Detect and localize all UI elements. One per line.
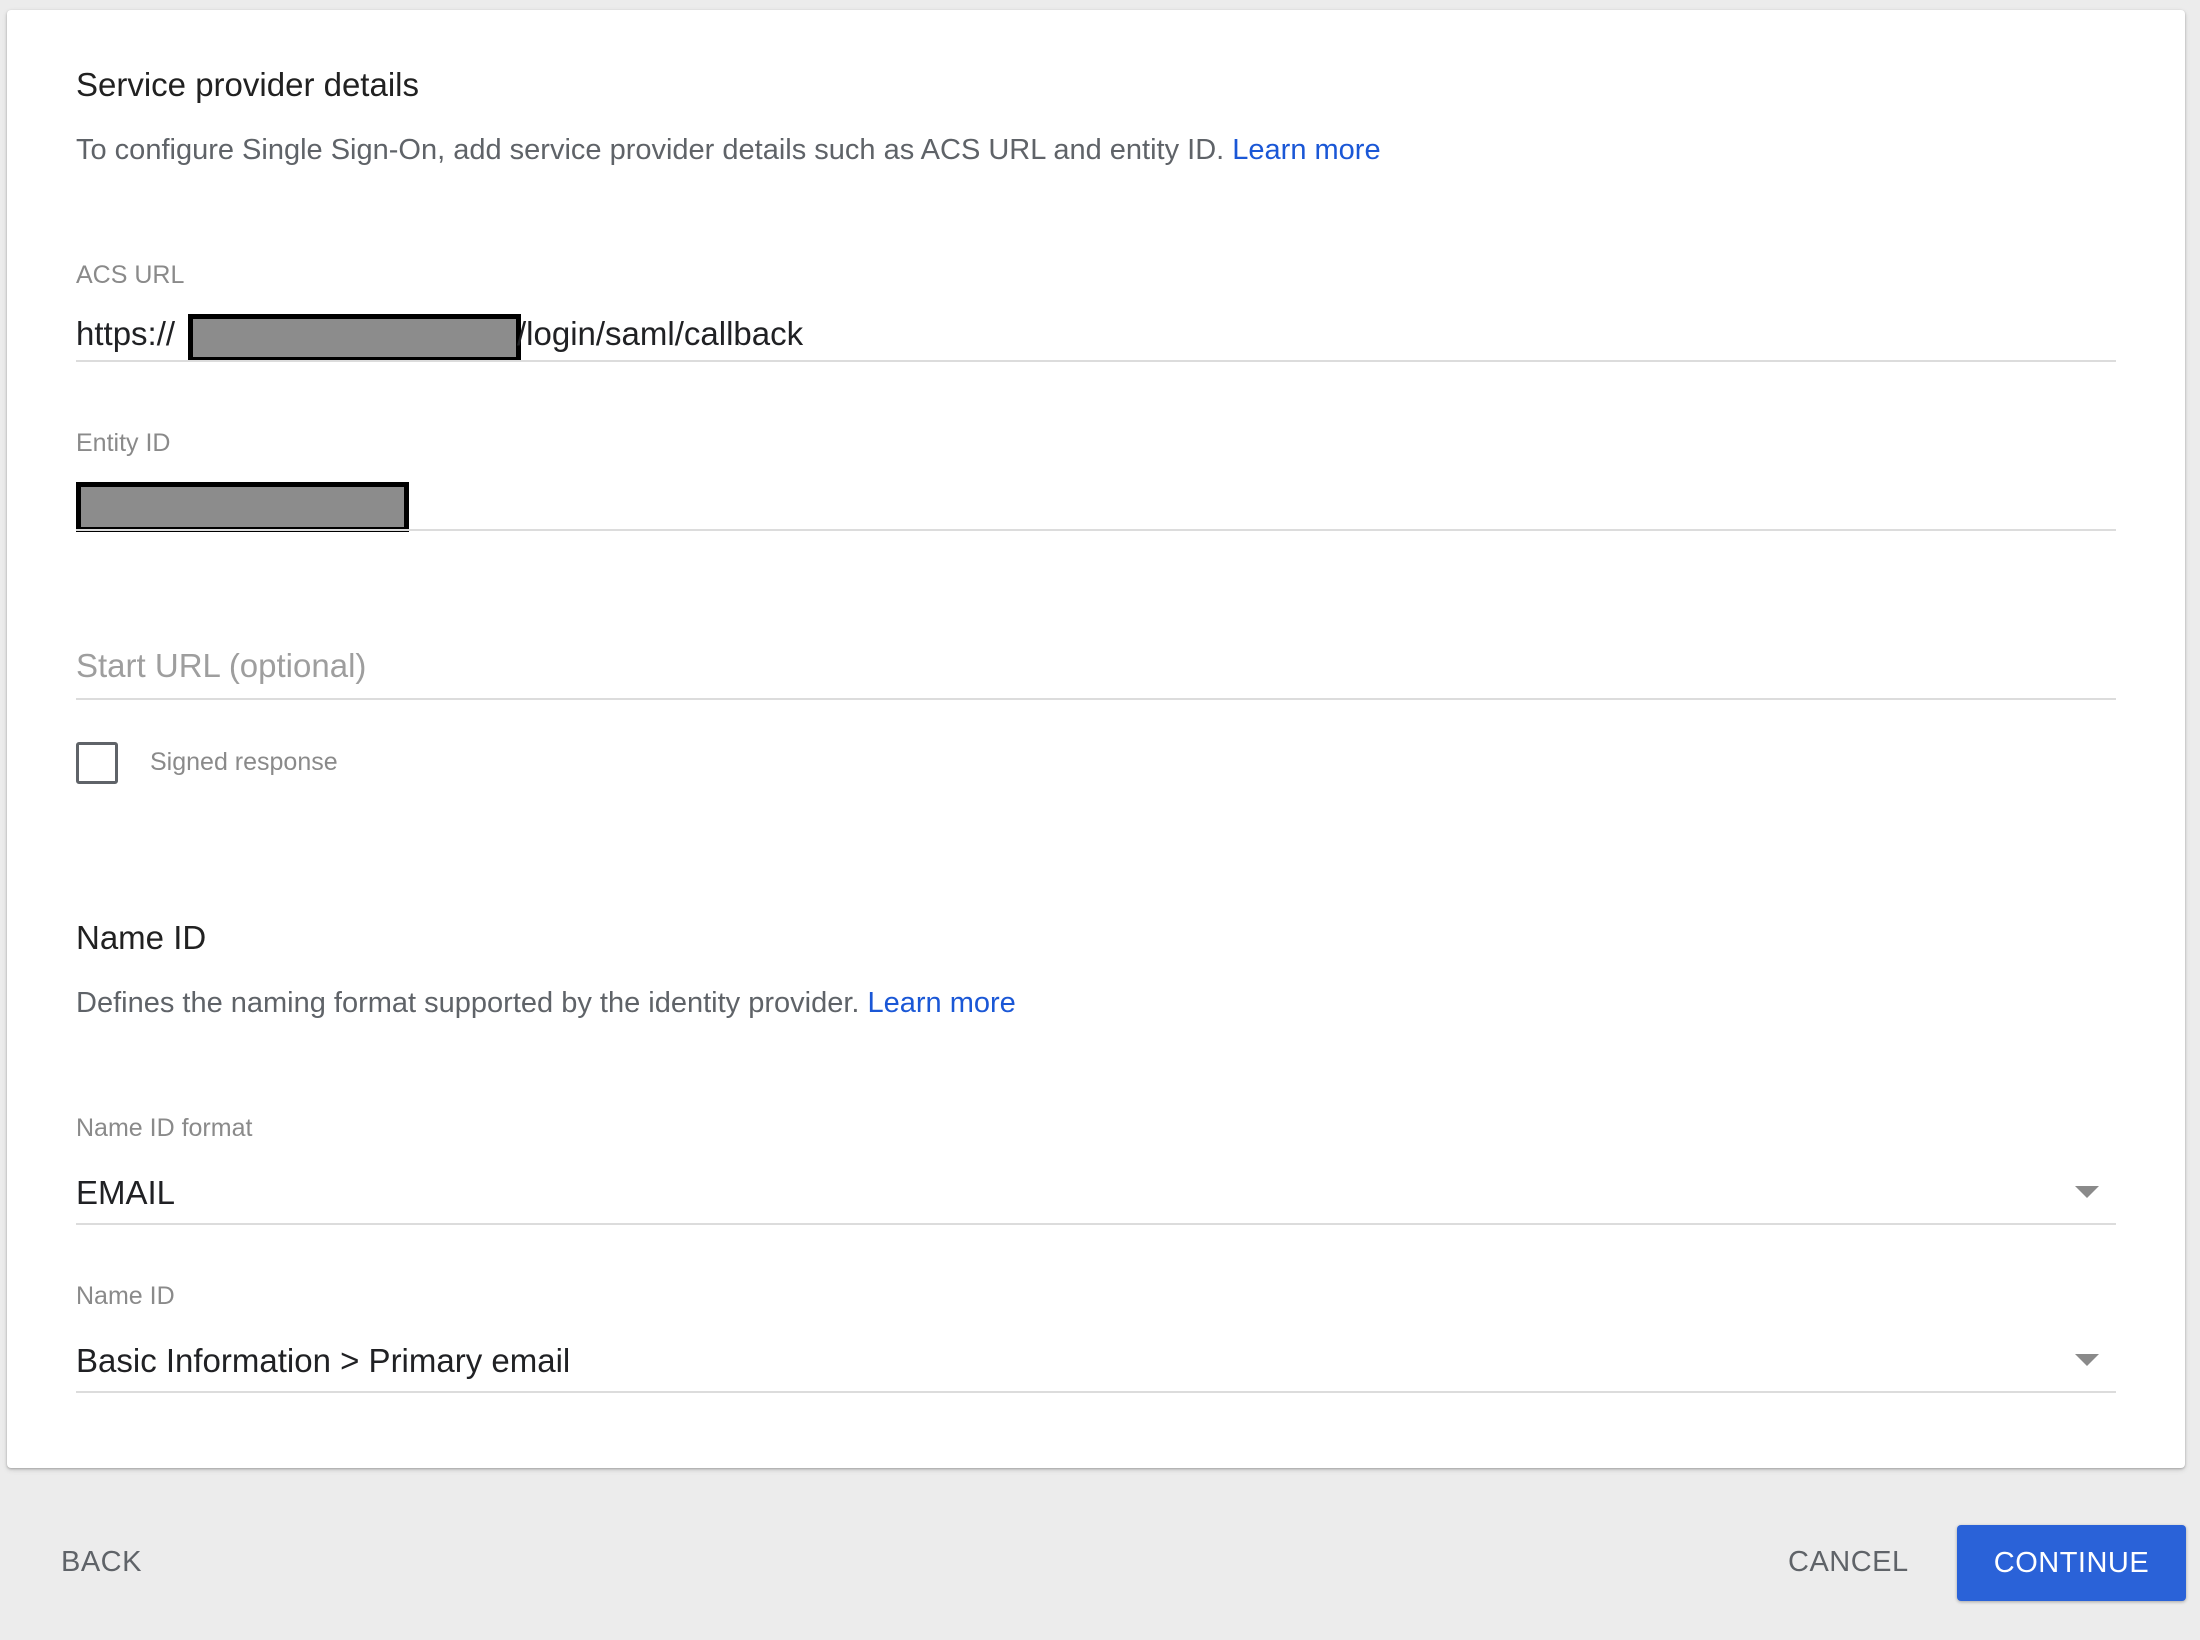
back-button[interactable]: BACK: [61, 1546, 142, 1579]
chevron-down-icon: [2075, 1186, 2099, 1198]
cancel-button[interactable]: CANCEL: [1788, 1546, 1909, 1579]
name-id-learn-more-link[interactable]: Learn more: [868, 987, 1016, 1019]
start-url-input[interactable]: Start URL (optional): [76, 647, 366, 685]
signed-response-label: Signed response: [150, 748, 338, 776]
name-id-section-title: Name ID: [76, 919, 207, 956]
name-id-format-value: EMAIL: [76, 1174, 176, 1211]
entity-id-field[interactable]: [76, 472, 2116, 532]
signed-response-checkbox[interactable]: [76, 742, 118, 784]
name-id-underline: [76, 1391, 2116, 1393]
name-id-format-underline: [76, 1223, 2116, 1225]
service-provider-title: Service provider details: [76, 66, 419, 103]
name-id-description-text: Defines the naming format supported by t…: [76, 987, 860, 1019]
acs-url-redaction: [188, 314, 521, 362]
entity-id-redaction: [76, 482, 409, 532]
service-provider-description-text: To configure Single Sign-On, add service…: [76, 134, 1225, 166]
sso-config-card: Service provider details To configure Si…: [7, 10, 2185, 1468]
entity-id-label: Entity ID: [76, 429, 171, 457]
name-id-format-label: Name ID format: [76, 1114, 253, 1142]
chevron-down-icon: [2075, 1354, 2099, 1366]
name-id-value: Basic Information > Primary email: [76, 1342, 571, 1379]
start-url-underline: [76, 698, 2116, 700]
service-provider-description: To configure Single Sign-On, add service…: [76, 134, 1381, 167]
name-id-label: Name ID: [76, 1282, 175, 1310]
acs-url-suffix: /login/saml/callback: [517, 315, 804, 352]
acs-url-field[interactable]: https:// /login/saml/callback: [76, 306, 2116, 366]
acs-url-label: ACS URL: [76, 261, 185, 289]
service-provider-learn-more-link[interactable]: Learn more: [1232, 134, 1380, 166]
name-id-section-description: Defines the naming format supported by t…: [76, 987, 1016, 1020]
name-id-format-select[interactable]: EMAIL: [76, 1158, 2116, 1222]
entity-id-underline: [76, 529, 2116, 531]
continue-button[interactable]: CONTINUE: [1957, 1525, 2186, 1601]
acs-url-underline: [76, 360, 2116, 362]
acs-url-prefix: https://: [76, 315, 176, 352]
name-id-select[interactable]: Basic Information > Primary email: [76, 1326, 2116, 1390]
